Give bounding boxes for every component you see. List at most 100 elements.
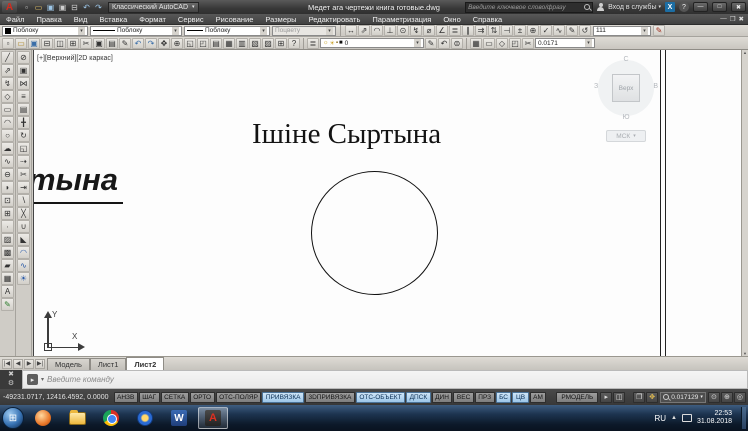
circle-icon[interactable]: ○ — [1, 129, 14, 142]
tab-nav-button[interactable]: ▶| — [35, 359, 45, 369]
annotation-visibility-icon[interactable]: ⊙ — [708, 392, 720, 403]
doc-close-button[interactable]: ✖ — [739, 15, 744, 23]
dim-edit-icon[interactable]: ✎ — [566, 25, 578, 36]
tab-model[interactable]: Модель — [47, 358, 90, 370]
explode-icon[interactable]: ☀ — [17, 272, 30, 285]
markup-icon[interactable]: ▨ — [262, 38, 274, 49]
dim-angular-icon[interactable]: ∠ — [436, 25, 448, 36]
make-block-icon[interactable]: ⊞ — [1, 207, 14, 220]
dim-update-icon[interactable]: ↺ — [579, 25, 591, 36]
save-icon[interactable]: ▣ — [28, 38, 40, 49]
plot-icon[interactable]: ⊟ — [41, 38, 53, 49]
show-desktop-button[interactable] — [741, 407, 746, 429]
viewcube[interactable]: С Ю З В Верх МСК ▾ — [592, 56, 660, 148]
region-icon[interactable]: ▰ — [1, 259, 14, 272]
hatch-icon[interactable]: ▨ — [1, 233, 14, 246]
quick-dim-icon[interactable]: ≣ — [449, 25, 461, 36]
menu-item[interactable]: Параметризация — [366, 15, 437, 24]
toggle-lwt[interactable]: ВЕС — [453, 392, 473, 403]
array-icon[interactable]: ▤ — [17, 103, 30, 116]
dim-style-manager-icon[interactable]: ✎ — [653, 25, 665, 36]
erase-icon[interactable]: ⊘ — [17, 51, 30, 64]
pan-icon[interactable]: ✥ — [646, 392, 658, 403]
scroll-up-icon[interactable]: ▲ — [743, 50, 747, 55]
dim-linear-icon[interactable]: ↔ — [345, 25, 357, 36]
dim-inspect-icon[interactable]: ✓ — [540, 25, 552, 36]
zoom-realtime-icon[interactable]: ⊕ — [171, 38, 183, 49]
viewcube-west[interactable]: З — [594, 83, 598, 90]
doc-restore-button[interactable]: ❐ — [730, 15, 736, 23]
search-icon[interactable] — [584, 4, 590, 10]
dim-continue-icon[interactable]: ⇉ — [475, 25, 487, 36]
help-icon[interactable]: ? — [288, 38, 300, 49]
command-customize-icon[interactable]: ⚙ — [8, 381, 14, 387]
toggle-dyn[interactable]: ДИН — [432, 392, 453, 403]
publish-icon[interactable]: ⊞ — [67, 38, 79, 49]
toggle-qp[interactable]: БС — [496, 392, 512, 403]
scale-icon[interactable]: ◱ — [17, 142, 30, 155]
chevron-down-icon[interactable]: ▾ — [41, 376, 44, 383]
tray-expand-icon[interactable]: ▲ — [671, 415, 677, 421]
single-viewport-icon[interactable]: ▭ — [483, 38, 495, 49]
dim-ordinate-icon[interactable]: ⊥ — [384, 25, 396, 36]
dim-arc-length-icon[interactable]: ◠ — [371, 25, 383, 36]
signin-link[interactable]: Вход в службы ▾ — [608, 4, 661, 11]
convert-to-viewport-icon[interactable]: ◰ — [509, 38, 521, 49]
layer-previous-icon[interactable]: ↶ — [438, 38, 450, 49]
plot-icon[interactable]: ⊟ — [69, 2, 80, 13]
menu-item[interactable]: Вид — [68, 15, 94, 24]
layer-states-icon[interactable]: ⊜ — [451, 38, 463, 49]
menu-item[interactable]: Сервис — [172, 15, 210, 24]
viewcube-north[interactable]: С — [592, 56, 660, 63]
coordinates-readout[interactable]: -49231.0717, 12416.4592, 0.0000 — [3, 394, 109, 401]
named-viewports-icon[interactable]: ▦ — [470, 38, 482, 49]
toggle-infer[interactable]: АНЗВ — [114, 392, 138, 403]
taskbar-word[interactable]: W — [164, 407, 194, 429]
model-paper-toggle[interactable]: РМОДЕЛЬ — [556, 392, 598, 403]
zoom-window-icon[interactable]: ◱ — [184, 38, 196, 49]
clip-viewport-icon[interactable]: ✂ — [522, 38, 534, 49]
annotation-scale-dropdown[interactable]: 0.017129 ▾ — [660, 392, 706, 403]
insert-block-icon[interactable]: ⊡ — [1, 194, 14, 207]
language-indicator[interactable]: RU — [654, 414, 666, 423]
maximize-button[interactable]: □ — [712, 2, 727, 12]
toggle-tpy[interactable]: ПРЗ — [475, 392, 495, 403]
taskbar-explorer[interactable] — [62, 407, 92, 429]
dim-jog-line-icon[interactable]: ∿ — [553, 25, 565, 36]
layer-dropdown[interactable]: ☼☀▪■ 0 ▾ — [320, 38, 424, 48]
menu-item[interactable]: Файл — [0, 15, 30, 24]
menu-item[interactable]: Справка — [467, 15, 508, 24]
tab-layout1[interactable]: Лист1 — [90, 358, 126, 370]
break-at-point-icon[interactable]: ∖ — [17, 194, 30, 207]
construction-line-icon[interactable]: ⇗ — [1, 64, 14, 77]
extend-icon[interactable]: ⇥ — [17, 181, 30, 194]
dim-jogged-icon[interactable]: ↯ — [410, 25, 422, 36]
gradient-icon[interactable]: ▩ — [1, 246, 14, 259]
annotation-auto-icon[interactable]: ◎ — [734, 392, 746, 403]
point-icon[interactable]: ∙ — [1, 220, 14, 233]
menu-item[interactable]: Формат — [133, 15, 172, 24]
save-as-icon[interactable]: ▣ — [57, 2, 68, 13]
rotate-icon[interactable]: ↻ — [17, 129, 30, 142]
break-icon[interactable]: ╳ — [17, 207, 30, 220]
table-icon[interactable]: ▦ — [1, 272, 14, 285]
viewcube-south[interactable]: Ю — [592, 114, 660, 121]
network-display-icon[interactable] — [682, 414, 692, 422]
arc-icon[interactable]: ◠ — [1, 116, 14, 129]
dim-space-icon[interactable]: ⇅ — [488, 25, 500, 36]
toggle-grid[interactable]: СЕТКА — [161, 392, 189, 403]
viewcube-east[interactable]: В — [653, 83, 658, 90]
offset-icon[interactable]: ≡ — [17, 90, 30, 103]
open-file-icon[interactable]: ▭ — [33, 2, 44, 13]
menu-item[interactable]: Размеры — [259, 15, 302, 24]
undo-icon[interactable]: ↶ — [132, 38, 144, 49]
linetype-dropdown[interactable]: Поблоку ▾ — [90, 26, 182, 36]
toggle-3dosnap[interactable]: 3DПРИВЯЗКА — [305, 392, 355, 403]
new-file-icon[interactable]: ▫ — [21, 2, 32, 13]
vertical-scrollbar[interactable]: ▲ ▼ — [741, 50, 748, 356]
designcenter-icon[interactable]: ▦ — [223, 38, 235, 49]
menu-item[interactable]: Редактировать — [303, 15, 367, 24]
minimize-button[interactable]: — — [693, 2, 708, 12]
open-file-icon[interactable]: ▭ — [15, 38, 27, 49]
dim-radius-icon[interactable]: ⊙ — [397, 25, 409, 36]
